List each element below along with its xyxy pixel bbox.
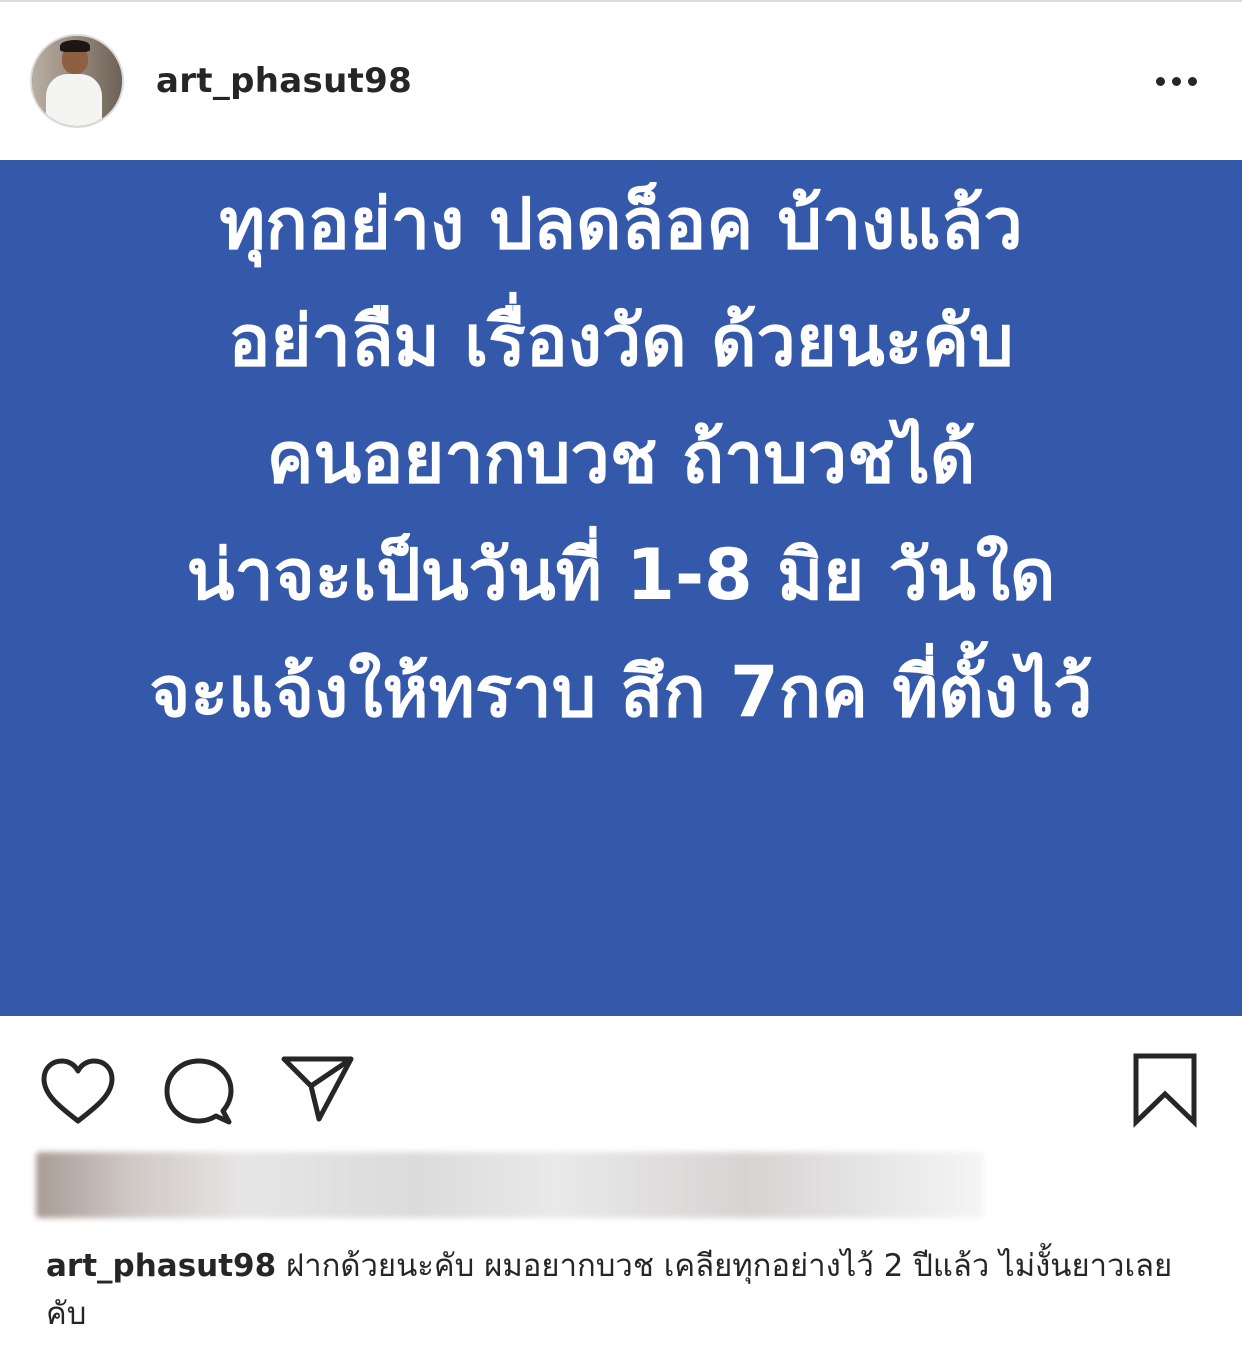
avatar-figure-hair xyxy=(60,40,90,52)
bookmark-icon[interactable] xyxy=(1130,1052,1200,1128)
image-text-line: จะแจ้งให้ทราบ สึก 7กค ที่ตั้งไว้ xyxy=(149,651,1093,733)
image-text-line: ทุกอย่าง ปลดล็อค บ้างแล้ว xyxy=(219,183,1023,265)
avatar[interactable] xyxy=(30,34,124,128)
likes-blurred xyxy=(36,1152,984,1218)
post-caption: art_phasut98 ฝากด้วยนะคับ ผมอยากบวช เคลี… xyxy=(46,1242,1206,1338)
heart-icon[interactable] xyxy=(40,1058,116,1126)
post-username[interactable]: art_phasut98 xyxy=(156,60,412,102)
avatar-figure-body xyxy=(46,74,102,126)
paper-plane-icon[interactable] xyxy=(280,1054,356,1124)
caption-username[interactable]: art_phasut98 xyxy=(46,1248,276,1284)
image-text-line: อย่าลืม เรื่องวัด ด้วยนะคับ xyxy=(228,300,1014,382)
action-bar xyxy=(0,1016,1242,1150)
more-horizontal-icon xyxy=(1156,77,1165,86)
image-text-line: น่าจะเป็นวันที่ 1-8 มิย วันใด xyxy=(186,534,1056,616)
post-image-text: ทุกอย่าง ปลดล็อค บ้างแล้ว อย่าลืม เรื่อง… xyxy=(0,166,1242,751)
more-options-button[interactable] xyxy=(1148,62,1204,102)
post-header: art_phasut98 xyxy=(0,2,1242,160)
comment-bubble-icon[interactable] xyxy=(162,1056,236,1128)
image-text-line: คนอยากบวช ถ้าบวชได้ xyxy=(266,417,976,499)
